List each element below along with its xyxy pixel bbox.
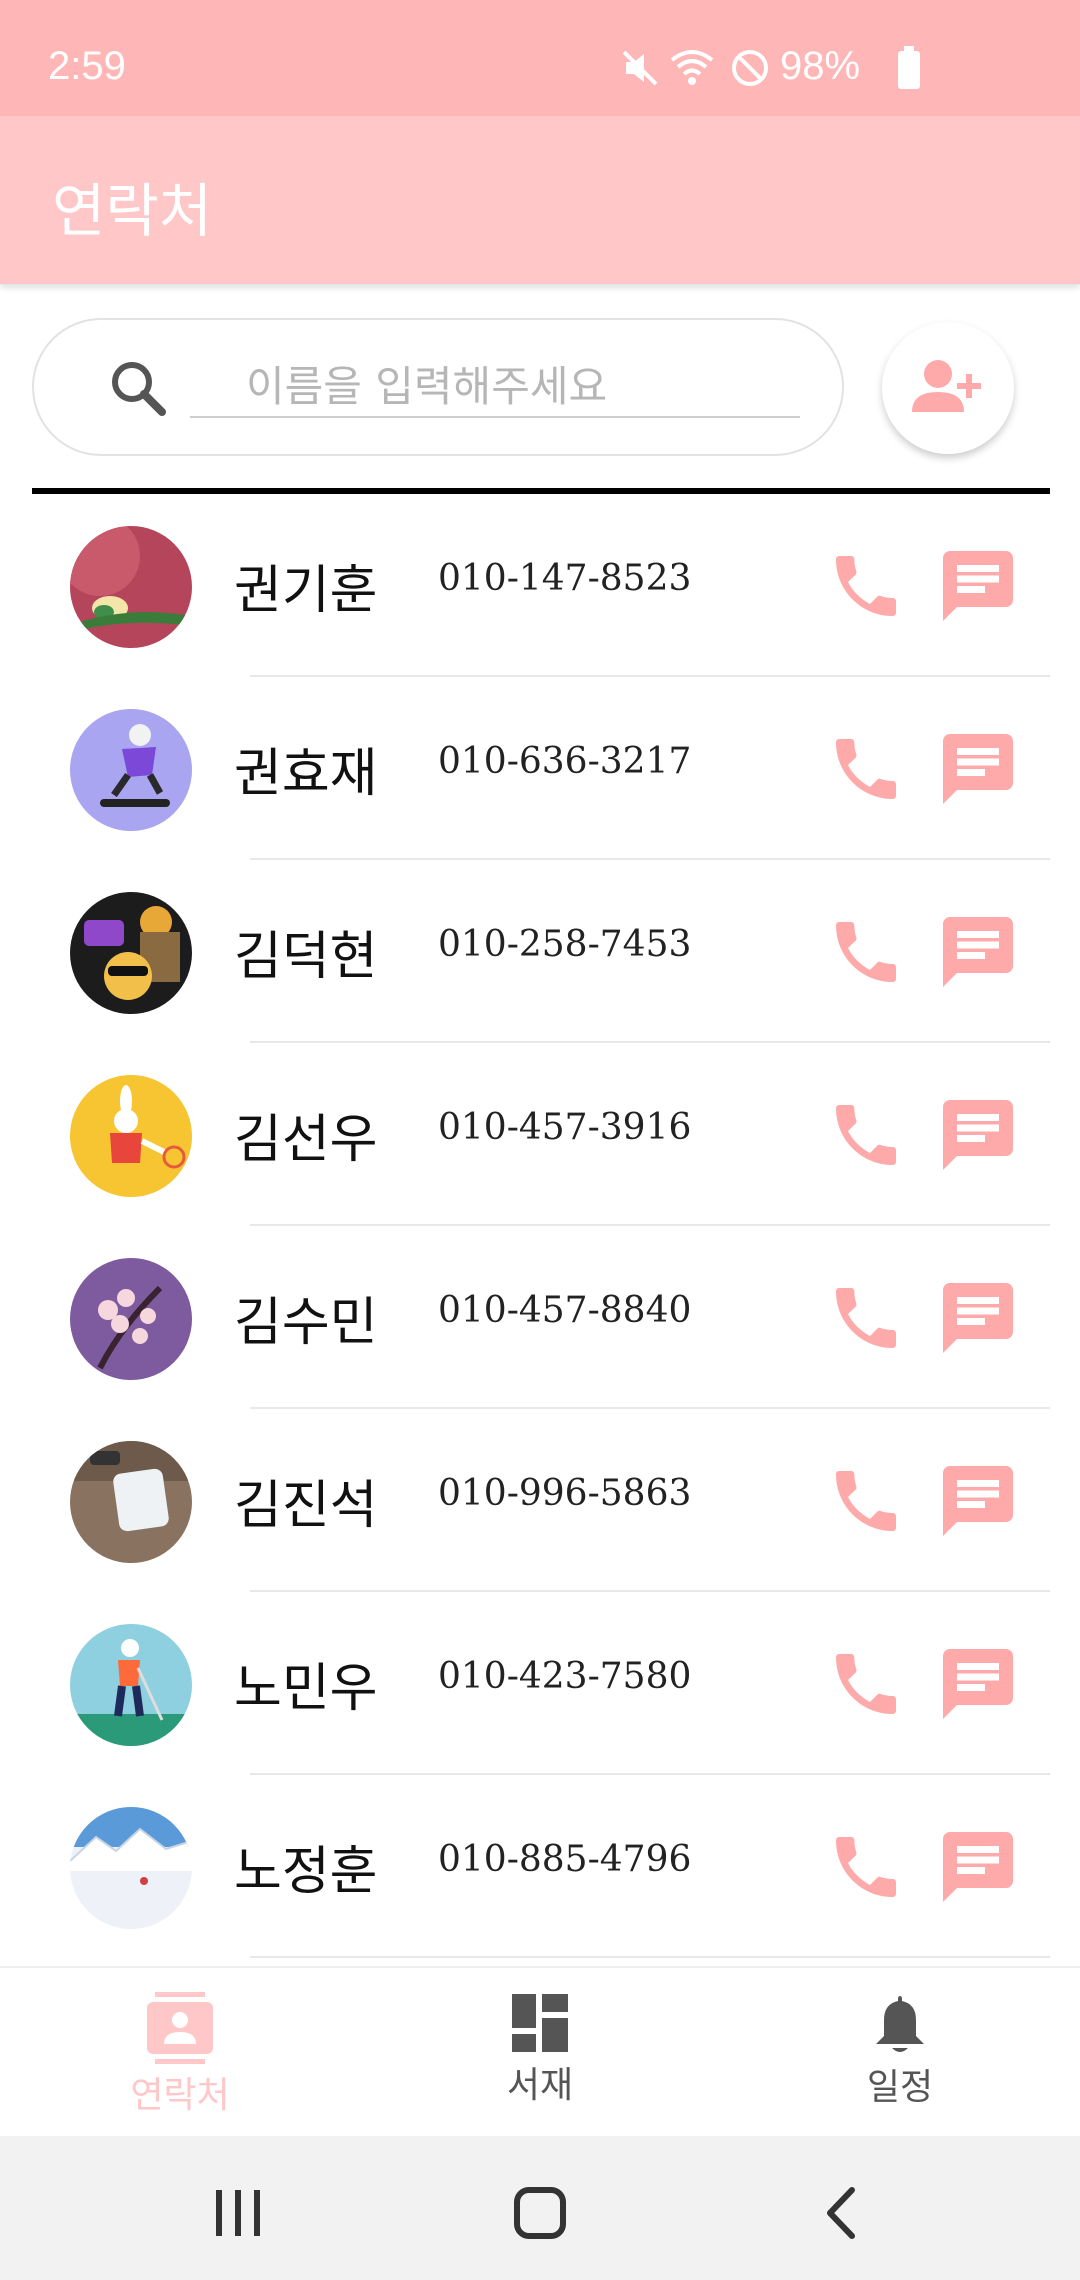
contact-list: 권기훈 010-147-8523 권효재 010-636-3217 김덕현 01… [0,494,1080,1958]
message-icon[interactable] [936,544,1020,628]
phone-icon[interactable] [826,912,906,992]
contact-name: 김선우 [234,1110,378,1170]
nav-item-contacts[interactable]: 연락처 [80,1992,280,2122]
contact-name: 김진석 [234,1476,378,1536]
phone-icon[interactable] [826,1095,906,1175]
message-icon[interactable] [936,1825,1020,1909]
message-icon[interactable] [936,910,1020,994]
list-item[interactable]: 김덕현 010-258-7453 [0,860,1080,1043]
bottom-nav: 연락처 서재 일정 [0,1966,1080,2136]
avatar [70,1441,192,1563]
list-item[interactable]: 노정훈 010-885-4796 [0,1775,1080,1958]
phone-icon[interactable] [826,1461,906,1541]
avatar [70,1075,192,1197]
avatar [70,1258,192,1380]
contact-phone: 010-423-7580 [438,1656,692,1697]
back-icon[interactable] [808,2178,878,2248]
list-item[interactable]: 권기훈 010-147-8523 [0,494,1080,677]
contact-phone: 010-636-3217 [438,741,692,782]
mute-icon [622,50,658,86]
add-contact-button[interactable] [882,322,1014,454]
page-title: 연락처 [52,177,213,245]
avatar [70,709,192,831]
contact-name: 김덕현 [234,927,378,987]
contact-phone: 010-457-3916 [438,1107,692,1148]
search-input[interactable] [190,356,800,418]
battery-percent: 98% [780,44,861,88]
contact-card-icon [147,1992,213,2064]
add-person-icon [912,360,981,412]
app-bar: 연락처 [0,116,1080,284]
status-icons: 98% [620,44,1080,96]
message-icon[interactable] [936,1642,1020,1726]
contact-phone: 010-258-7453 [438,924,692,965]
phone-icon[interactable] [826,1644,906,1724]
phone-icon[interactable] [826,729,906,809]
dashboard-icon [512,1994,568,2052]
phone-icon[interactable] [826,1827,906,1907]
nav-item-library[interactable]: 서재 [440,1992,640,2122]
avatar [70,1624,192,1746]
status-bar: 2:59 98% [0,0,1080,116]
home-icon[interactable] [505,2178,575,2248]
contact-phone: 010-147-8523 [438,558,692,599]
phone-icon[interactable] [826,1278,906,1358]
list-item[interactable]: 김진석 010-996-5863 [0,1409,1080,1592]
message-icon[interactable] [936,1276,1020,1360]
nav-label: 서재 [506,2065,574,2106]
contact-phone: 010-996-5863 [438,1473,692,1514]
avatar [70,1807,192,1929]
contact-phone: 010-457-8840 [438,1290,692,1331]
contact-phone: 010-885-4796 [438,1839,692,1880]
list-item[interactable]: 권효재 010-636-3217 [0,677,1080,860]
contact-name: 권효재 [234,744,378,804]
do-not-disturb-icon [732,50,768,86]
phone-icon[interactable] [826,546,906,626]
message-icon[interactable] [936,1093,1020,1177]
list-item[interactable]: 김수민 010-457-8840 [0,1226,1080,1409]
search-box[interactable] [32,318,844,456]
contact-name: 김수민 [234,1293,378,1353]
battery-icon [898,46,920,89]
contact-name: 노정훈 [234,1842,378,1902]
row-divider [250,1956,1050,1958]
system-nav-bar [0,2136,1080,2280]
search-icon [112,362,166,416]
nav-label: 일정 [866,2067,934,2108]
avatar [70,892,192,1014]
recent-apps-icon[interactable] [203,2178,273,2248]
list-item[interactable]: 노민우 010-423-7580 [0,1592,1080,1775]
nav-label: 연락처 [130,2075,230,2116]
list-item[interactable]: 김선우 010-457-3916 [0,1043,1080,1226]
contact-name: 노민우 [234,1659,378,1719]
message-icon[interactable] [936,727,1020,811]
bell-icon [876,1996,924,2052]
status-time: 2:59 [48,44,126,88]
nav-item-schedule[interactable]: 일정 [800,1992,1000,2122]
wifi-icon [670,50,714,85]
contact-name: 권기훈 [234,561,378,621]
avatar [70,526,192,648]
message-icon[interactable] [936,1459,1020,1543]
